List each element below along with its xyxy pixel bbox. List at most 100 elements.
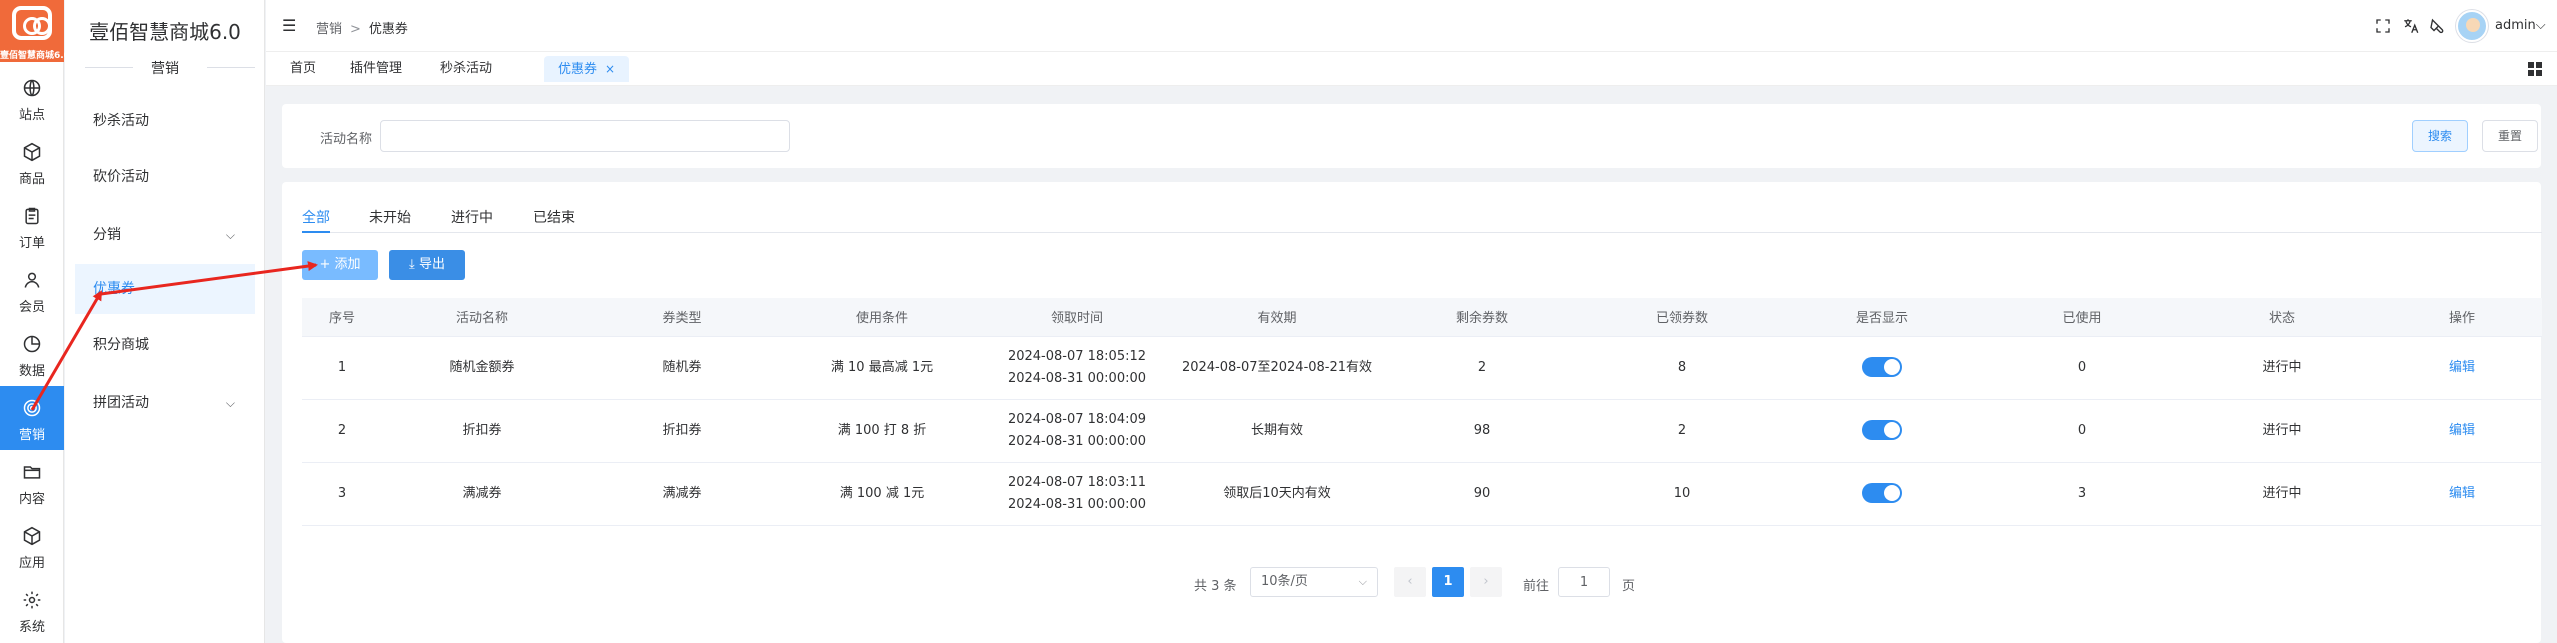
rail-item-apps[interactable]: 应用 xyxy=(0,514,64,578)
tab-seckill[interactable]: 秒杀活动 xyxy=(426,56,506,82)
rail-item-marketing[interactable]: 营销 xyxy=(0,386,64,450)
pagination-total: 共 3 条 xyxy=(1194,579,1237,594)
user-icon xyxy=(24,272,40,288)
chevron-down-icon: ⌵ xyxy=(225,228,235,242)
rail-item-data[interactable]: 数据 xyxy=(0,322,64,386)
target-icon xyxy=(23,399,41,417)
rail-label: 营销 xyxy=(18,428,45,443)
table-row: 2 折扣券 折扣券 满 100 打 8 折 2024-08-07 18:04:0… xyxy=(302,399,2542,463)
menu-item-label: 秒杀活动 xyxy=(93,113,149,129)
rail-item-site[interactable]: 站点 xyxy=(0,66,64,130)
cell-no: 2 xyxy=(302,399,382,463)
brand-title: 壹佰智慧商城6.0 xyxy=(89,20,241,44)
status-tab-ended[interactable]: 已结束 xyxy=(533,207,575,227)
menu-item-label: 优惠券 xyxy=(93,281,135,297)
tab-home[interactable]: 首页 xyxy=(276,56,330,82)
add-button[interactable]: + 添加 xyxy=(302,250,378,280)
coupon-list-panel: 全部 未开始 进行中 已结束 + 添加 ⤓ 导出 序号 活动名称 券类型 使用条… xyxy=(282,182,2542,643)
column-header: 使用条件 xyxy=(782,298,982,337)
menu-item-seckill[interactable]: 秒杀活动 xyxy=(75,96,255,146)
menu-item-label: 砍价活动 xyxy=(93,169,149,185)
grid-icon[interactable] xyxy=(2528,62,2542,76)
rail-item-orders[interactable]: 订单 xyxy=(0,194,64,258)
download-icon: ⤓ xyxy=(409,257,415,272)
cell-visible xyxy=(1782,336,1982,400)
prev-page-button[interactable]: ‹ xyxy=(1394,567,1426,597)
cell-type: 满减券 xyxy=(582,462,782,526)
table-row: 3 满减券 满减券 满 100 减 1元 2024-08-07 18:03:11… xyxy=(302,462,2542,526)
rail-item-members[interactable]: 会员 xyxy=(0,258,64,322)
cell-status: 进行中 xyxy=(2182,399,2382,463)
cell-validity: 2024-08-07至2024-08-21有效 xyxy=(1172,336,1382,400)
column-header: 序号 xyxy=(302,298,382,337)
menu-item-group-buy[interactable]: 拼团活动 ⌵ xyxy=(75,378,255,428)
menu-toggle-icon[interactable]: ☰ xyxy=(282,16,296,35)
receive-end: 2024-08-31 00:00:00 xyxy=(1007,370,1147,386)
translate-icon[interactable] xyxy=(2402,17,2420,35)
top-bar: ☰ 营销 > 优惠券 admin⌵ xyxy=(266,0,2557,52)
page-size-value: 10条/页 xyxy=(1261,574,1308,589)
pie-chart-icon xyxy=(23,335,41,353)
rail-item-system[interactable]: 系统 xyxy=(0,578,64,642)
activity-name-input[interactable] xyxy=(380,120,790,152)
cell-status: 进行中 xyxy=(2182,336,2382,400)
fullscreen-icon[interactable] xyxy=(2374,17,2392,35)
avatar[interactable] xyxy=(2456,10,2488,42)
logo-mark-icon xyxy=(12,6,52,40)
visibility-toggle[interactable] xyxy=(1862,357,1902,377)
next-page-button[interactable]: › xyxy=(1470,567,1502,597)
cell-type: 折扣券 xyxy=(582,399,782,463)
goto-page-input[interactable] xyxy=(1558,567,1610,597)
rail-label: 订单 xyxy=(18,236,45,251)
status-tab-all[interactable]: 全部 xyxy=(302,207,330,227)
cell-name: 折扣券 xyxy=(382,399,582,463)
search-button[interactable]: 搜索 xyxy=(2412,120,2468,152)
menu-item-bargain[interactable]: 砍价活动 xyxy=(75,152,255,202)
edit-link[interactable]: 编辑 xyxy=(2449,423,2475,438)
table-header: 序号 活动名称 券类型 使用条件 领取时间 有效期 剩余券数 已领券数 是否显示… xyxy=(302,298,2542,337)
theme-icon[interactable] xyxy=(2428,17,2446,35)
close-icon[interactable]: × xyxy=(605,62,615,76)
menu-item-label: 积分商城 xyxy=(93,337,149,353)
reset-button[interactable]: 重置 xyxy=(2482,120,2538,152)
rail-item-content[interactable]: 内容 xyxy=(0,450,64,514)
menu-item-points-mall[interactable]: 积分商城 xyxy=(75,320,255,370)
plus-icon: + xyxy=(319,257,331,272)
edit-link[interactable]: 编辑 xyxy=(2449,360,2475,375)
cell-visible xyxy=(1782,462,1982,526)
cell-remaining: 98 xyxy=(1382,399,1582,463)
menu-item-label: 拼团活动 xyxy=(93,395,149,411)
receive-end: 2024-08-31 00:00:00 xyxy=(1007,433,1147,449)
cell-visible xyxy=(1782,399,1982,463)
page-number-current[interactable]: 1 xyxy=(1432,567,1464,597)
tab-label: 首页 xyxy=(290,61,317,76)
cell-name: 随机金额券 xyxy=(382,336,582,400)
tab-label: 秒杀活动 xyxy=(440,61,493,76)
menu-item-coupon[interactable]: 优惠券 xyxy=(75,264,255,314)
receive-start: 2024-08-07 18:05:12 xyxy=(1007,348,1147,364)
folder-icon xyxy=(23,466,41,479)
cell-condition: 满 100 减 1元 xyxy=(782,462,982,526)
edit-link[interactable]: 编辑 xyxy=(2449,486,2475,501)
status-tab-ongoing[interactable]: 进行中 xyxy=(451,207,493,227)
menu-item-distribution[interactable]: 分销 ⌵ xyxy=(75,210,255,260)
username-dropdown[interactable]: admin⌵ xyxy=(2495,18,2546,33)
column-header: 已领券数 xyxy=(1582,298,1782,337)
chevron-down-icon: ⌵ xyxy=(2535,18,2546,33)
app-logo[interactable]: 壹佰智慧商城6.0 xyxy=(0,0,70,62)
rail-label: 会员 xyxy=(18,300,45,315)
status-tab-not-started[interactable]: 未开始 xyxy=(369,207,411,227)
rail-item-goods[interactable]: 商品 xyxy=(0,130,64,194)
breadcrumb-item[interactable]: 营销 xyxy=(316,22,342,37)
cell-taken: 10 xyxy=(1582,462,1782,526)
cell-condition: 满 10 最高减 1元 xyxy=(782,336,982,400)
tab-coupon[interactable]: 优惠券 × xyxy=(544,56,630,82)
cell-no: 3 xyxy=(302,462,382,526)
receive-end: 2024-08-31 00:00:00 xyxy=(1007,496,1147,512)
visibility-toggle[interactable] xyxy=(1862,420,1902,440)
column-header: 剩余券数 xyxy=(1382,298,1582,337)
visibility-toggle[interactable] xyxy=(1862,483,1902,503)
tab-plugins[interactable]: 插件管理 xyxy=(336,56,416,82)
export-button[interactable]: ⤓ 导出 xyxy=(389,250,465,280)
page-size-select[interactable]: 10条/页 ⌵ xyxy=(1250,567,1378,597)
